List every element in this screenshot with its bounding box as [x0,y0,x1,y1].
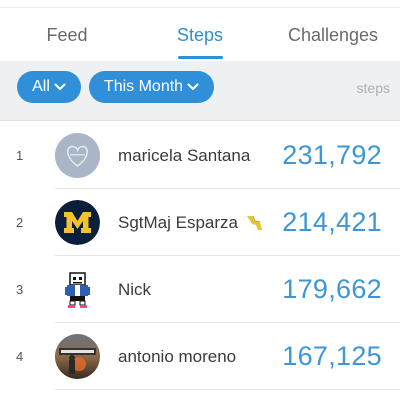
michigan-m-avatar [55,200,100,245]
chevron-down-icon [54,83,66,90]
game-cover-avatar [55,334,100,379]
chevron-down-icon [187,83,199,90]
leaderboard-row[interactable]: 4 antonio moreno 167,125 [0,323,400,390]
metric-label: steps [356,80,390,96]
rank-number: 2 [16,215,24,230]
user-name: antonio moreno [118,346,237,366]
active-tab-indicator [178,56,223,59]
leaderboard-row[interactable]: 3 Nick 179,662 [0,256,400,323]
heart-avatar [55,133,100,178]
scope-filter-button[interactable]: All [17,71,81,103]
lightning-badge-icon [247,215,262,230]
rank-number: 1 [16,148,24,163]
period-filter-label: This Month [103,78,184,95]
tab-steps[interactable]: Steps [134,9,266,61]
pixel-skeleton-avatar [55,267,100,312]
step-count: 214,421 [282,207,382,237]
leaderboard-row[interactable]: 2 SgtMaj Esparza 214,421 [0,189,400,256]
leaderboard-list: 1 maricela Santana 231,792 2 SgtMaj Espa… [0,122,400,390]
user-name: maricela Santana [118,145,251,165]
rank-number: 3 [16,282,24,297]
step-count: 231,792 [282,140,382,170]
row-divider [55,389,400,390]
top-edge [0,0,400,8]
step-count: 179,662 [282,274,382,304]
step-count: 167,125 [282,341,382,371]
tab-challenges[interactable]: Challenges [266,9,400,61]
leaderboard-row[interactable]: 1 maricela Santana 231,792 [0,122,400,189]
user-name: SgtMaj Esparza [118,189,264,256]
user-name: Nick [118,279,152,299]
tab-bar: Feed Steps Challenges [0,9,400,61]
filter-bar: All This Month steps [0,61,400,121]
scope-filter-label: All [32,78,50,95]
tab-feed[interactable]: Feed [0,9,134,61]
period-filter-button[interactable]: This Month [89,71,214,103]
rank-number: 4 [16,349,24,364]
